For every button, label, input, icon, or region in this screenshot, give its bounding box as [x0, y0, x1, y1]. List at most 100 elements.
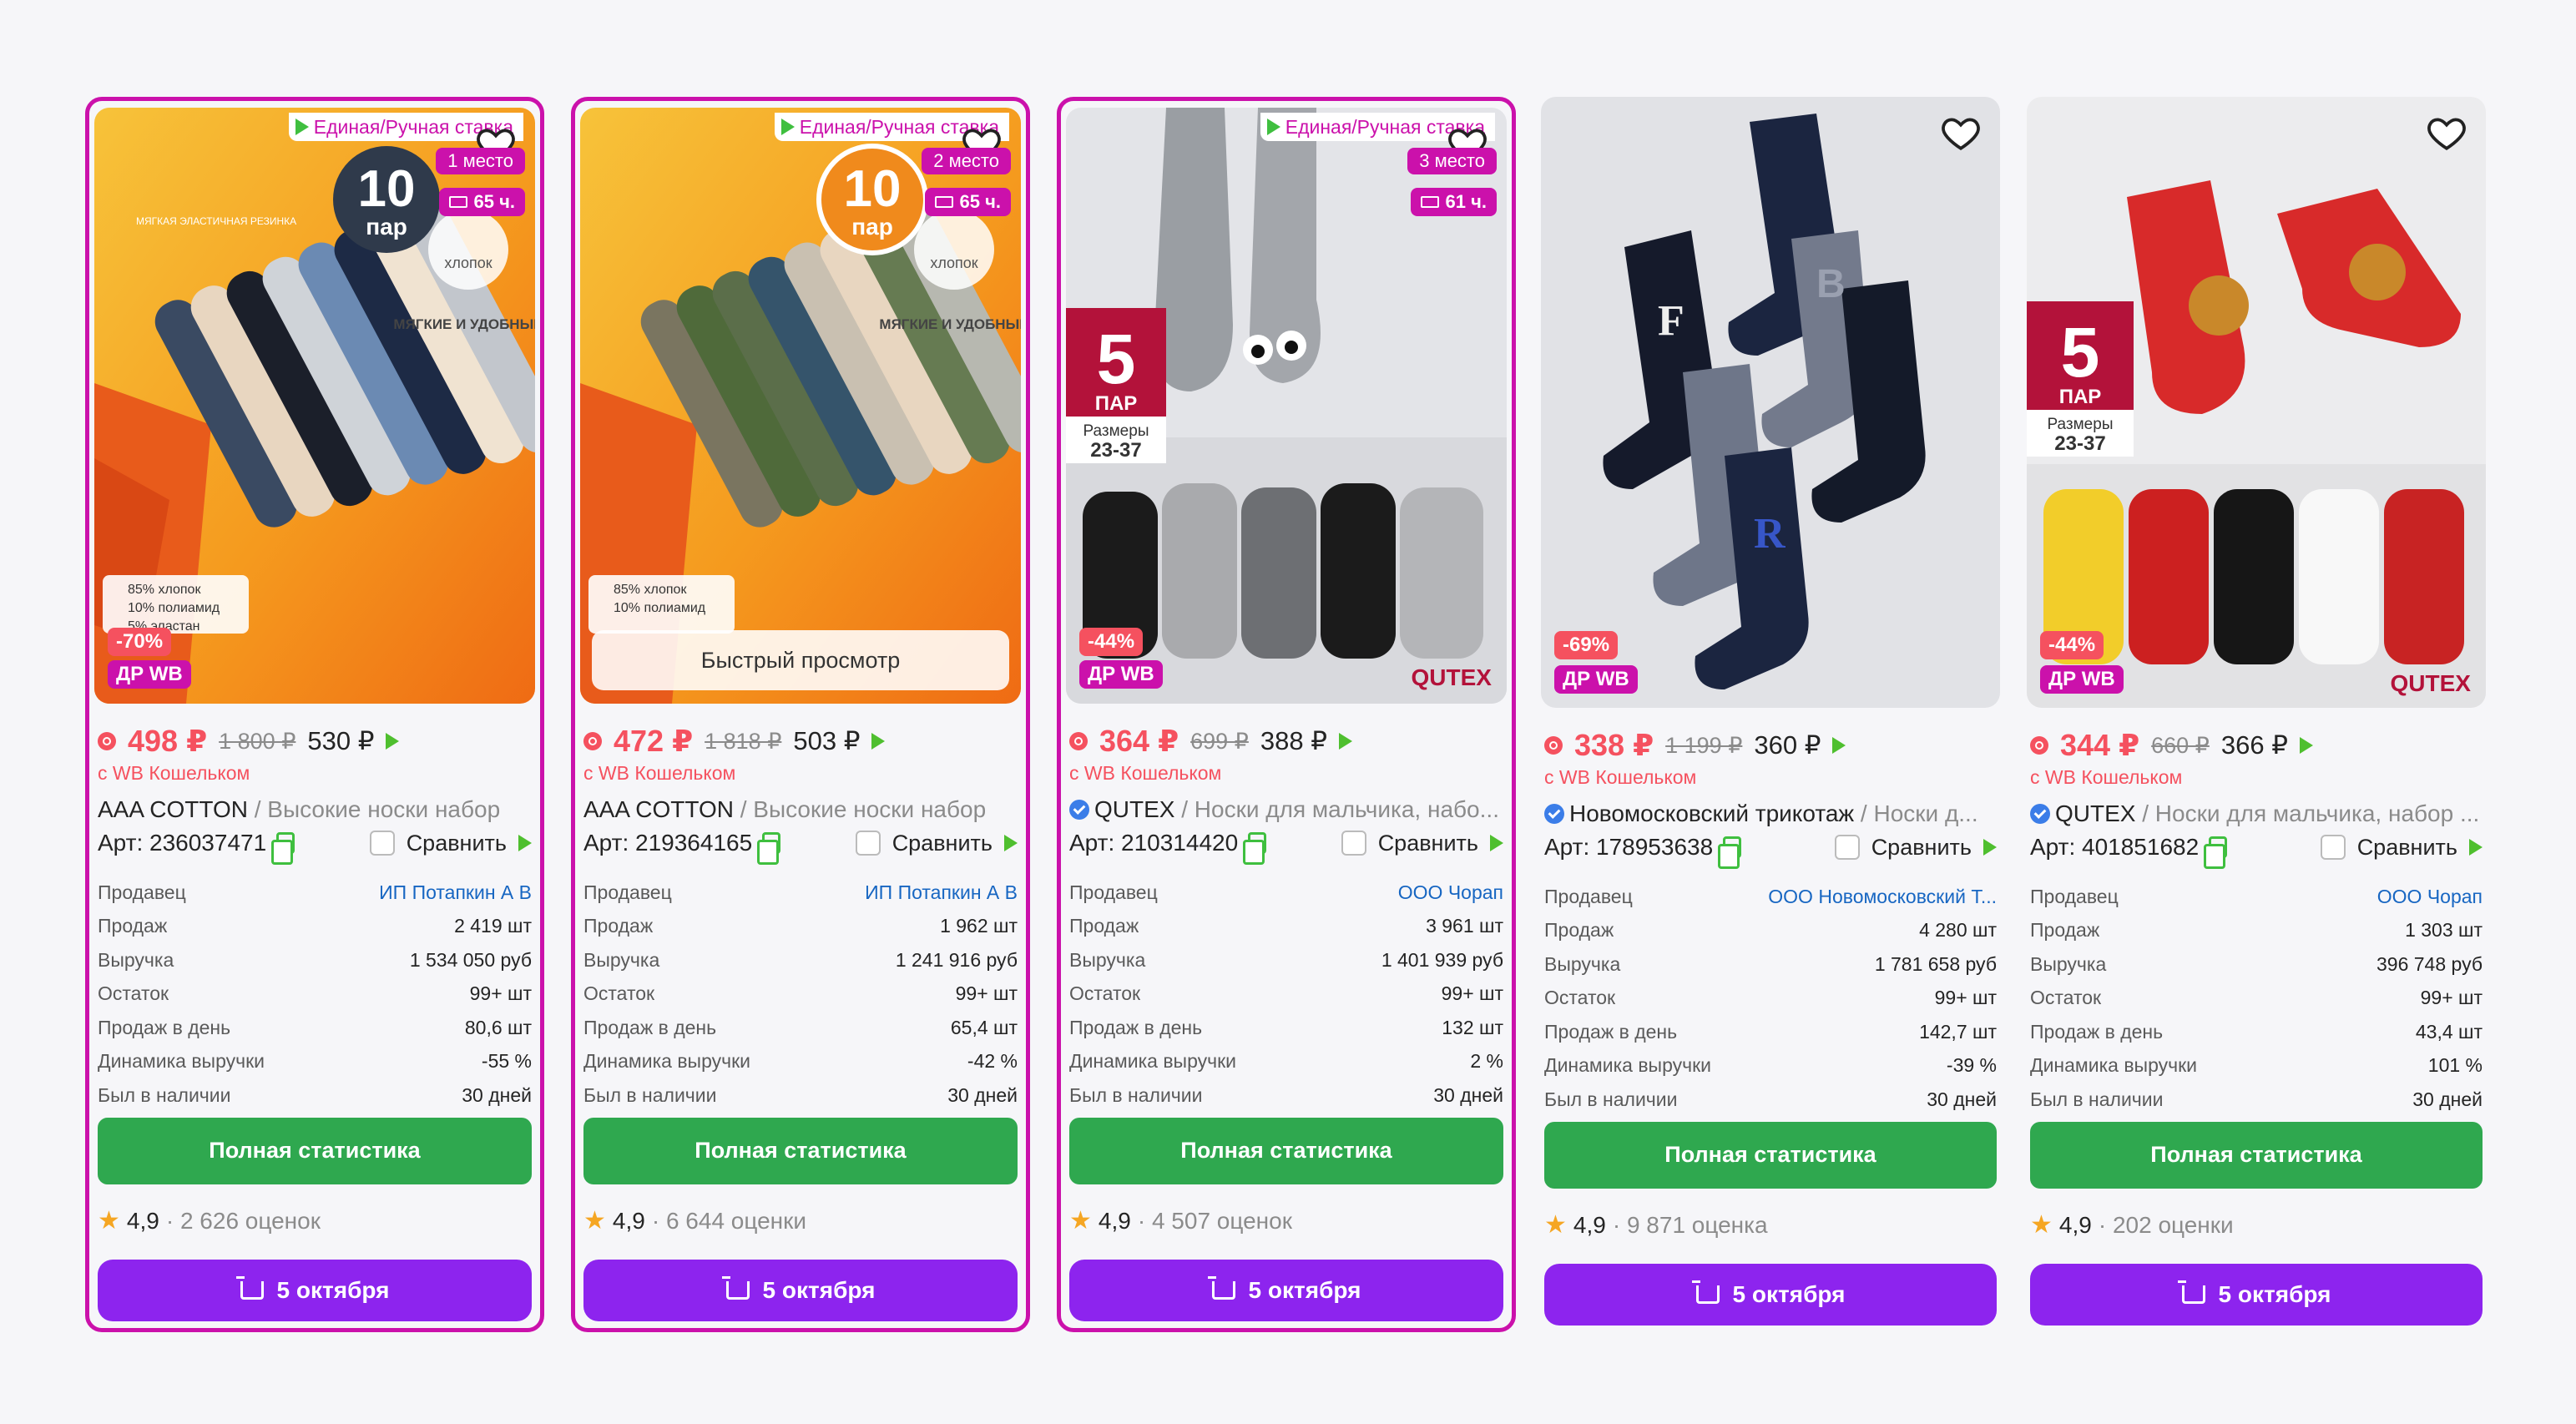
compare-checkbox[interactable]: Сравнить [1341, 831, 1503, 856]
brand: QUTEX [2055, 800, 2136, 826]
product-name: / Высокие носки набор [733, 796, 987, 822]
compare-checkbox[interactable]: Сравнить [1834, 835, 1997, 861]
alt-price: 366 ₽ [2220, 730, 2288, 760]
price: 364 ₽ [1099, 724, 1179, 758]
product-image: 5 ПАР Размеры 23-37 QUTEX [2027, 97, 2486, 708]
brand: Новомосковский трикотаж [1569, 800, 1855, 826]
rank-place-badge: 2 место [922, 148, 1011, 174]
svg-text:МЯГКИЕ И УДОБНЫЕ: МЯГКИЕ И УДОБНЫЕ [879, 316, 1021, 332]
product-card[interactable]: 5 ПАР Размеры 23-37 QUTEX -44% ДР WB 344… [2027, 97, 2486, 1326]
compare-checkbox[interactable]: Сравнить [855, 831, 1018, 856]
verified-icon [1544, 804, 1564, 824]
favorite-heart-icon[interactable] [2426, 112, 2467, 154]
copy-icon[interactable] [1243, 832, 1267, 865]
price: 498 ₽ [128, 724, 208, 758]
product-photo[interactable]: F B R -69% ДР WB [1541, 97, 2000, 708]
seller-link[interactable]: ООО Чорап [1398, 881, 1503, 904]
product-title[interactable]: AAA COTTON / Высокие носки набор [98, 794, 532, 826]
checkbox-icon[interactable] [855, 831, 881, 856]
old-price: 1 800 ₽ [219, 728, 296, 754]
svg-text:R: R [1754, 510, 1786, 558]
add-to-cart-button[interactable]: 5 октября [98, 1259, 532, 1321]
add-to-cart-button[interactable]: 5 октября [2030, 1263, 2483, 1326]
svg-text:хлопок: хлопок [444, 255, 492, 271]
product-card[interactable]: F B R -69% ДР WB 338 ₽ 1 199 ₽ 360 ₽ с W… [1541, 97, 2000, 1326]
full-stats-button[interactable]: Полная статистика [98, 1117, 532, 1184]
wallet-note: с WB Кошельком [1544, 766, 1697, 788]
price: 344 ₽ [2060, 728, 2140, 762]
add-to-cart-button[interactable]: 5 октября [583, 1259, 1018, 1321]
svg-text:ПАР: ПАР [1095, 392, 1138, 415]
discount-badge: -69% [1554, 631, 1619, 659]
product-card[interactable]: 5 ПАР Размеры 23-37 QUTEX Единая/Ручная … [1057, 97, 1516, 1332]
product-name: / Высокие носки набор [247, 796, 501, 822]
product-title[interactable]: AAA COTTON / Высокие носки набор [583, 794, 1018, 826]
play-icon [518, 835, 532, 851]
wallet-icon [2030, 736, 2048, 755]
seller-link[interactable]: ИП Потапкин А В [379, 881, 532, 904]
compare-checkbox[interactable]: Сравнить [369, 831, 532, 856]
svg-text:10: 10 [844, 160, 902, 218]
truck-icon [1420, 196, 1439, 208]
seller-link[interactable]: ООО Новомосковский Т... [1768, 886, 1997, 908]
seller-link[interactable]: ООО Чорап [2377, 886, 2483, 908]
full-stats-button[interactable]: Полная статистика [2030, 1121, 2483, 1189]
article-number: Арт: 178953638 [1544, 834, 1714, 860]
dr-wb-badge: ДР WB [2040, 665, 2124, 694]
price: 338 ₽ [1574, 728, 1654, 762]
add-to-cart-button[interactable]: 5 октября [1069, 1259, 1503, 1321]
checkbox-icon[interactable] [2320, 835, 2346, 860]
copy-icon[interactable] [271, 832, 295, 865]
full-stats-button[interactable]: Полная статистика [1544, 1121, 1997, 1189]
product-card[interactable]: 10 пар хлопок МЯГКИЕ И УДОБНЫЕ МЯГКАЯ ЭЛ… [85, 97, 544, 1332]
stats-table: Продавец ООО Новомосковский Т... Продаж 4 … [1544, 885, 1997, 1110]
product-photo[interactable]: 10 пар хлопок МЯГКИЕ И УДОБНЫЕ МЯГКАЯ ЭЛ… [94, 108, 535, 704]
reviews-count: · 9 871 оценка [1612, 1211, 1768, 1238]
product-title[interactable]: Новомосковский трикотаж / Носки д... [1544, 798, 1997, 830]
svg-text:10% полиамид: 10% полиамид [614, 601, 706, 615]
product-title[interactable]: QUTEX / Носки для мальчика, набо... [1069, 794, 1503, 826]
copy-icon[interactable] [757, 832, 781, 865]
product-photo[interactable]: 5 ПАР Размеры 23-37 QUTEX Единая/Ручная … [1066, 108, 1507, 704]
stats-table: Продавец ИП Потапкин А В Продаж 1 962 шт В… [583, 881, 1018, 1106]
reviews-count: · 4 507 оценок [1137, 1207, 1292, 1234]
star-icon: ★ [98, 1207, 120, 1235]
svg-text:хлопок: хлопок [930, 255, 977, 271]
product-photo[interactable]: 5 ПАР Размеры 23-37 QUTEX -44% ДР WB [2027, 97, 2486, 708]
copy-icon[interactable] [1718, 836, 1742, 869]
price-row: 364 ₽ 699 ₽ 388 ₽ [1069, 724, 1503, 759]
copy-icon[interactable] [2204, 836, 2228, 869]
full-stats-button[interactable]: Полная статистика [1069, 1117, 1503, 1184]
pairs-count: 10 [358, 160, 416, 218]
checkbox-icon[interactable] [369, 831, 395, 856]
brand: QUTEX [1094, 796, 1175, 822]
product-photo[interactable]: 10 пар хлопок МЯГКИЕ И УДОБНЫЕ 85% хлопо… [580, 108, 1021, 704]
svg-text:23-37: 23-37 [1090, 439, 1141, 462]
dr-wb-badge: ДР WB [1079, 660, 1163, 689]
price-row: 472 ₽ 1 818 ₽ 503 ₽ [583, 724, 1018, 759]
qutex-logo: QUTEX [1412, 664, 1493, 690]
cart-icon [235, 1275, 264, 1300]
checkbox-icon[interactable] [1834, 835, 1860, 860]
full-stats-button[interactable]: Полная статистика [583, 1117, 1018, 1184]
add-to-cart-button[interactable]: 5 октября [1544, 1263, 1997, 1326]
stats-table: Продавец ООО Чорап Продаж 3 961 шт Выручка… [1069, 881, 1503, 1106]
play-icon [2299, 737, 2313, 754]
alt-price: 360 ₽ [1754, 730, 1821, 760]
wallet-note: с WB Кошельком [1069, 762, 1222, 784]
favorite-heart-icon[interactable] [1940, 112, 1982, 154]
star-icon: ★ [1544, 1211, 1567, 1239]
delivery-hours-badge: 61 ч. [1410, 188, 1497, 216]
star-icon: ★ [583, 1207, 606, 1235]
star-icon: ★ [1069, 1207, 1092, 1235]
verified-icon [2030, 804, 2050, 824]
seller-link[interactable]: ИП Потапкин А В [865, 881, 1018, 904]
compare-checkbox[interactable]: Сравнить [2320, 835, 2483, 861]
checkbox-icon[interactable] [1341, 831, 1366, 856]
product-title[interactable]: QUTEX / Носки для мальчика, набор ... [2030, 798, 2483, 830]
quick-view-button[interactable]: Быстрый просмотр [592, 630, 1009, 690]
wallet-icon [98, 732, 116, 750]
verified-icon [1069, 800, 1089, 820]
play-icon [1832, 737, 1846, 754]
product-card[interactable]: 10 пар хлопок МЯГКИЕ И УДОБНЫЕ 85% хлопо… [571, 97, 1030, 1332]
